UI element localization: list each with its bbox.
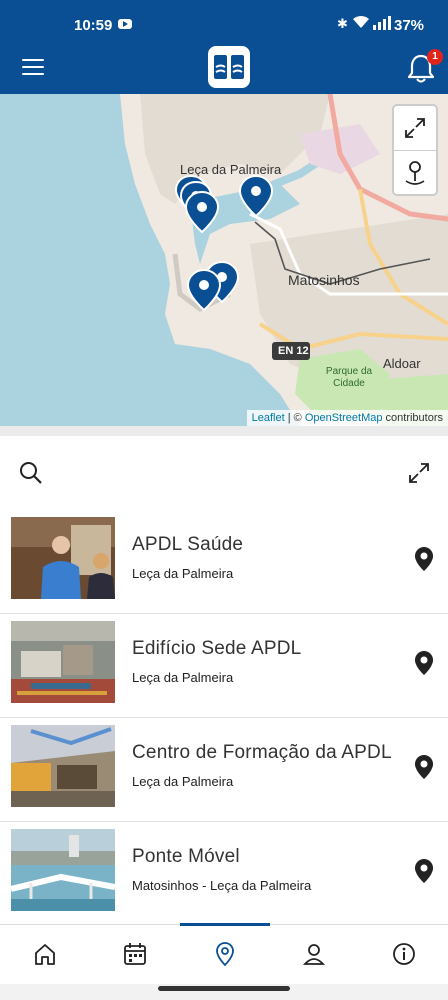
map-label-park: Parque da Cidade [325, 366, 373, 389]
map-marker[interactable] [184, 190, 220, 234]
poi-name: Ponte Móvel [132, 846, 240, 867]
location-pin-icon [405, 160, 425, 185]
menu-icon[interactable] [22, 59, 44, 77]
map-label-matosinhos: Matosinhos [288, 272, 360, 288]
list-item[interactable]: Centro de Formação da APDL Leça da Palme… [0, 718, 448, 822]
nav-active-indicator [180, 923, 270, 926]
map-pin-icon[interactable] [414, 858, 434, 884]
poi-place: Leça da Palmeira [132, 670, 234, 685]
map-pin-icon[interactable] [414, 546, 434, 572]
gesture-handle[interactable] [158, 986, 290, 991]
expand-arrows-icon [405, 118, 425, 138]
map-label-aldoar: Aldoar [383, 356, 421, 371]
list-item[interactable]: Edifício Sede APDL Leça da Palmeira [0, 614, 448, 718]
osm-link[interactable]: OpenStreetMap [305, 412, 383, 424]
poi-name: Edifício Sede APDL [132, 638, 302, 659]
locate-button[interactable] [394, 150, 436, 194]
bottom-nav [0, 923, 448, 984]
info-icon[interactable] [391, 941, 417, 967]
map-attribution: Leaflet | © OpenStreetMap contributors [246, 410, 448, 426]
expand-arrows-icon[interactable] [406, 460, 432, 486]
map-pin-icon[interactable] [212, 941, 238, 967]
app-logo [208, 46, 250, 88]
search-icon[interactable] [18, 460, 44, 486]
attribution-suffix: contributors [382, 412, 443, 424]
list-toolbar [0, 436, 448, 510]
map-view[interactable]: Leça da Palmeira Matosinhos Aldoar EN 12… [0, 94, 448, 426]
map-pin-icon[interactable] [414, 754, 434, 780]
poi-name: Centro de Formação da APDL [132, 742, 392, 763]
user-icon[interactable] [301, 941, 327, 967]
map-controls [392, 104, 438, 196]
fullscreen-button[interactable] [394, 106, 436, 150]
home-icon[interactable] [32, 941, 58, 967]
notification-badge: 1 [427, 49, 443, 65]
poi-thumbnail [11, 829, 115, 911]
poi-thumbnail [11, 725, 115, 807]
map-marker[interactable] [238, 174, 274, 218]
battery-level: 37% [394, 17, 425, 34]
map-marker[interactable] [186, 268, 222, 312]
book-logo-icon [214, 55, 244, 79]
list-item[interactable]: Ponte Móvel Matosinhos - Leça da Palmeir… [0, 822, 448, 926]
divider [0, 426, 448, 436]
poi-name: APDL Saúde [132, 534, 244, 555]
poi-place: Leça da Palmeira [132, 774, 234, 789]
map-pin-icon[interactable] [414, 650, 434, 676]
map-label-road: EN 12 [278, 345, 309, 357]
status-bar: 10:59 ✱ 37% [0, 0, 448, 44]
signal-icon [373, 16, 391, 30]
poi-place: Leça da Palmeira [132, 566, 234, 581]
poi-thumbnail [11, 517, 115, 599]
leaflet-link[interactable]: Leaflet [252, 412, 285, 424]
bluetooth-icon: ✱ [337, 16, 348, 31]
poi-list: APDL Saúde Leça da Palmeira Edifício Sed… [0, 510, 448, 926]
list-item[interactable]: APDL Saúde Leça da Palmeira [0, 510, 448, 614]
app-header: 1 [0, 44, 448, 94]
notifications-button[interactable]: 1 [407, 49, 443, 84]
wifi-icon [353, 15, 369, 28]
poi-thumbnail [11, 621, 115, 703]
youtube-icon [118, 19, 132, 29]
status-time: 10:59 [74, 17, 113, 34]
attribution-separator: | © [284, 412, 305, 424]
calendar-icon[interactable] [122, 941, 148, 967]
poi-place: Matosinhos - Leça da Palmeira [132, 878, 312, 893]
